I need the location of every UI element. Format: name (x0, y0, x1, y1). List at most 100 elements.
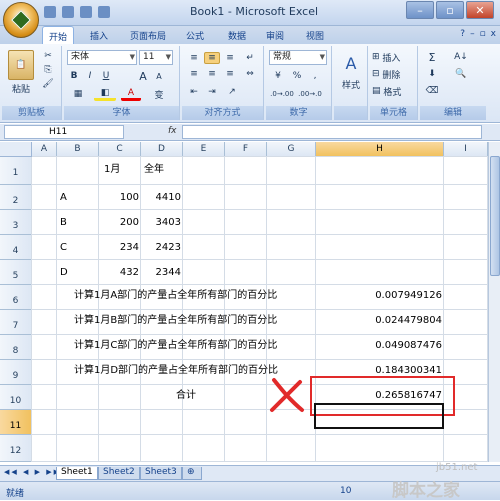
formula-input[interactable] (182, 125, 482, 139)
ribbon-restore-icon[interactable]: ▫ (480, 29, 486, 39)
cell-c4[interactable]: 234 (99, 241, 139, 255)
cell-c2[interactable]: 100 (99, 191, 139, 205)
sheet-tab-2[interactable]: Sheet2 (98, 467, 140, 480)
vertical-scrollbar[interactable] (488, 142, 500, 462)
align-left-icon[interactable]: ≡ (186, 68, 202, 80)
redo-icon[interactable] (80, 6, 92, 18)
column-header-d[interactable]: D (141, 142, 183, 157)
phonetic-button[interactable]: 变 (146, 87, 172, 101)
percent-button[interactable]: % (289, 69, 305, 83)
cell-d5[interactable]: 2344 (141, 266, 181, 280)
row-header-4[interactable]: 4 (0, 235, 32, 260)
row-header-11[interactable]: 11 (0, 410, 32, 435)
office-button[interactable] (3, 2, 39, 38)
column-header-g[interactable]: G (267, 142, 316, 157)
orientation-icon[interactable]: ↗ (222, 86, 242, 98)
column-header-e[interactable]: E (183, 142, 225, 157)
wrap-text-icon[interactable]: ↵ (242, 52, 258, 64)
sheet-nav-buttons[interactable]: ◀◀ ◀ ▶ ▶▶ (4, 468, 61, 476)
cell-d4[interactable]: 2423 (141, 241, 181, 255)
row-header-9[interactable]: 9 (0, 360, 32, 385)
row-header-7[interactable]: 7 (0, 310, 32, 335)
cell-b8[interactable]: 计算1月C部门的产量占全年所有部门的百分比 (74, 339, 277, 353)
underline-button[interactable]: U (99, 69, 113, 83)
row-header-1[interactable]: 1 (0, 157, 32, 185)
row-header-12[interactable]: 12 (0, 435, 32, 462)
tab-review[interactable]: 审阅 (260, 28, 290, 43)
tab-page-layout[interactable]: 页面布局 (124, 28, 172, 43)
number-format-select[interactable]: 常规 ▼ (269, 50, 327, 65)
column-header-i[interactable]: I (444, 142, 488, 157)
row-header-8[interactable]: 8 (0, 335, 32, 360)
ribbon-close-icon[interactable]: x (491, 29, 496, 39)
font-size-select[interactable]: 11 ▼ (139, 50, 173, 65)
format-painter-icon[interactable]: 🖌 (40, 78, 56, 90)
sheet-tab-3[interactable]: Sheet3 (140, 467, 182, 480)
italic-button[interactable]: I (83, 69, 97, 83)
undo-icon[interactable] (62, 6, 74, 18)
ribbon-minimize-icon[interactable]: – (470, 29, 475, 39)
row-header-6[interactable]: 6 (0, 285, 32, 310)
delete-cells-button[interactable]: ⊟ 删除 (372, 67, 416, 81)
sheet-tab-1[interactable]: Sheet1 (56, 467, 98, 480)
zoom-level[interactable]: 10 (340, 486, 351, 496)
column-header-f[interactable]: F (225, 142, 267, 157)
cell-b9[interactable]: 计算1月D部门的产量占全年所有部门的百分比 (74, 364, 278, 378)
align-right-icon[interactable]: ≡ (222, 68, 238, 80)
clear-icon[interactable]: ⌫ (424, 84, 440, 98)
styles-button[interactable]: 样式 (336, 78, 366, 91)
name-box[interactable]: H11 (4, 125, 124, 139)
row-header-2[interactable]: 2 (0, 185, 32, 210)
column-header-a[interactable]: A (32, 142, 57, 157)
restore-button[interactable]: ▫ (436, 1, 464, 19)
cell-b2[interactable]: A (60, 191, 67, 205)
help-icon[interactable]: ? (460, 29, 465, 39)
tab-home[interactable]: 开始 (42, 26, 75, 44)
cell-e10[interactable]: 合计 (176, 389, 196, 403)
cell-h8[interactable]: 0.049087476 (316, 339, 442, 353)
cell-b5[interactable]: D (60, 266, 68, 280)
row-header-5[interactable]: 5 (0, 260, 32, 285)
select-all-corner[interactable] (0, 142, 32, 157)
format-cells-button[interactable]: ▤ 格式 (372, 84, 416, 98)
cell-c5[interactable]: 432 (99, 266, 139, 280)
tab-data[interactable]: 数据 (222, 28, 252, 43)
find-select-icon[interactable]: 🔍 (450, 67, 472, 81)
align-bottom-icon[interactable]: ≡ (222, 52, 238, 64)
paste-icon[interactable]: 📋 (8, 50, 34, 80)
tab-view[interactable]: 视图 (300, 28, 330, 43)
row-header-3[interactable]: 3 (0, 210, 32, 235)
close-button[interactable]: ✕ (466, 1, 494, 19)
increase-decimal-icon[interactable]: .0→.00 (269, 87, 295, 101)
scrollbar-thumb[interactable] (490, 156, 500, 276)
align-middle-icon[interactable]: ≡ (204, 52, 220, 64)
active-cell-h11[interactable] (314, 403, 444, 429)
save-icon[interactable] (44, 6, 56, 18)
sort-filter-icon[interactable]: A↓ (450, 50, 472, 64)
insert-cells-button[interactable]: ⊞ 插入 (372, 50, 416, 64)
copy-icon[interactable]: ⎘ (40, 64, 56, 76)
styles-icon[interactable]: A (338, 50, 364, 76)
cell-b4[interactable]: C (60, 241, 67, 255)
paste-button[interactable]: 粘贴 (8, 82, 34, 95)
cell-b3[interactable]: B (60, 216, 67, 230)
cut-icon[interactable]: ✂ (40, 50, 56, 62)
shrink-font-button[interactable]: A (152, 69, 166, 83)
fill-color-icon[interactable]: ◧ (94, 87, 116, 101)
column-header-h[interactable]: H (316, 142, 444, 157)
cell-h7[interactable]: 0.024479804 (316, 314, 442, 328)
tab-insert[interactable]: 插入 (84, 28, 114, 43)
align-top-icon[interactable]: ≡ (186, 52, 202, 64)
cell-b6[interactable]: 计算1月A部门的产量占全年所有部门的百分比 (74, 289, 277, 303)
insert-function-button[interactable]: fx (168, 126, 177, 136)
font-color-button[interactable]: A (121, 87, 141, 101)
cell-b7[interactable]: 计算1月B部门的产量占全年所有部门的百分比 (74, 314, 277, 328)
cell-c3[interactable]: 200 (99, 216, 139, 230)
merge-center-icon[interactable]: ⇔ (242, 68, 258, 80)
insert-sheet-icon[interactable]: ⊕ (182, 467, 202, 480)
bold-button[interactable]: B (67, 69, 81, 83)
decrease-decimal-icon[interactable]: .00→.0 (297, 87, 323, 101)
font-name-select[interactable]: 宋体 ▼ (67, 50, 137, 65)
row-header-10[interactable]: 10 (0, 385, 32, 410)
cell-d3[interactable]: 3403 (141, 216, 181, 230)
